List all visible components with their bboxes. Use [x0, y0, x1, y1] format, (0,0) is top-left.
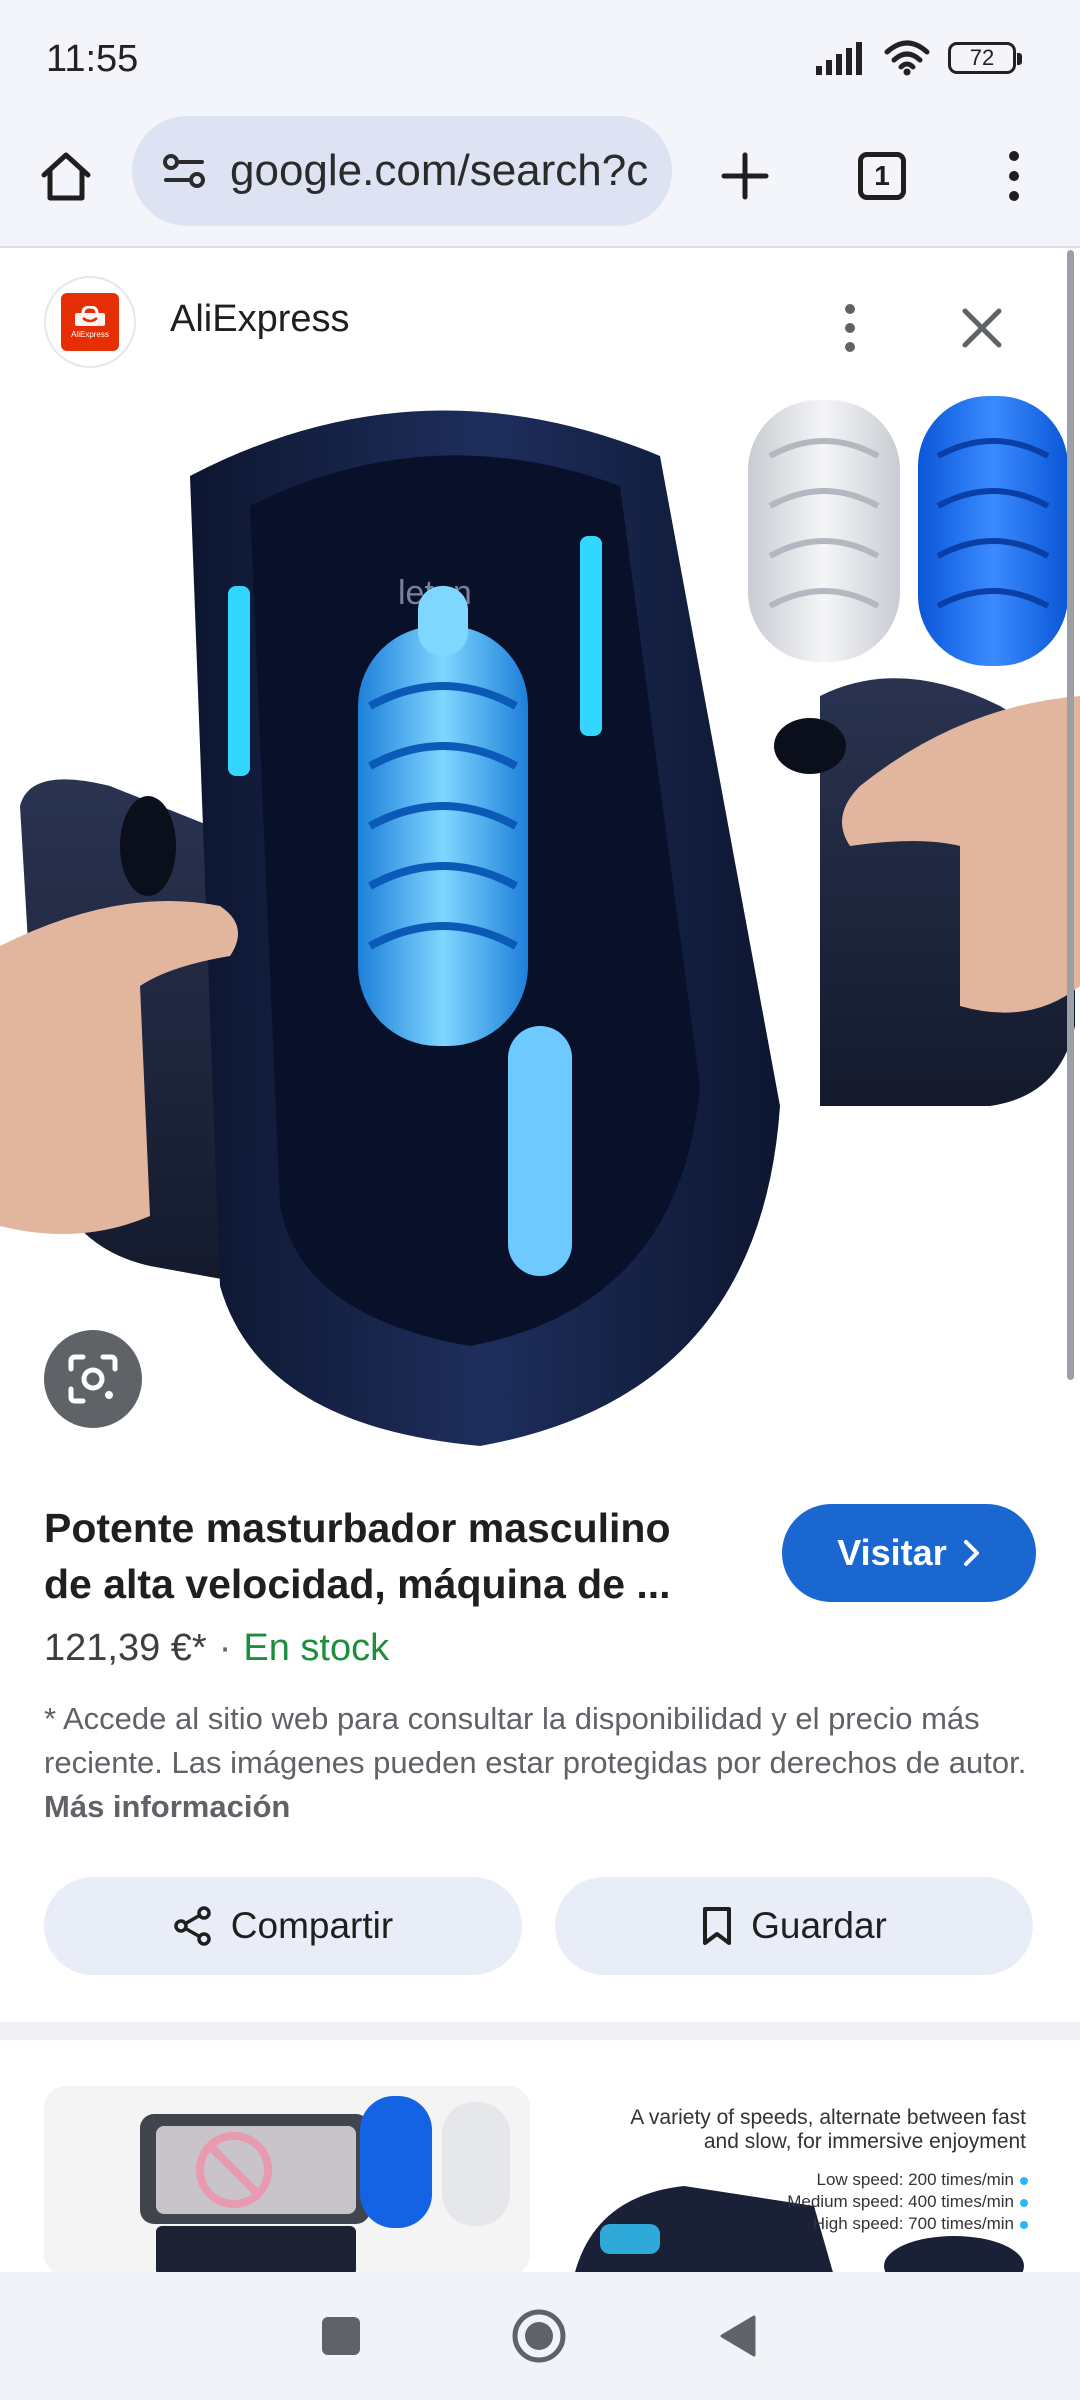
bookmark-icon	[703, 1907, 732, 1945]
home-button[interactable]	[26, 136, 106, 216]
save-button[interactable]: Guardar	[555, 1877, 1033, 1975]
related-result-card[interactable]	[44, 2086, 530, 2276]
home-nav-icon[interactable]	[510, 2307, 568, 2365]
system-nav-bar	[0, 2272, 1080, 2400]
close-button[interactable]	[942, 288, 1022, 368]
related-text-title-2: and slow, for immersive enjoyment	[703, 2130, 1026, 2153]
related-text-low: Low speed: 200 times/min	[816, 2170, 1015, 2189]
related-text-medium: Medium speed: 400 times/min	[787, 2192, 1014, 2211]
tab-switcher-button[interactable]: 1	[842, 136, 922, 216]
site-settings-icon	[163, 154, 205, 188]
recents-button[interactable]	[322, 2317, 360, 2355]
more-vert-icon	[1009, 151, 1019, 201]
related-result-card[interactable]: A variety of speeds, alternate between f…	[554, 2086, 1038, 2276]
status-bar: 11:55 72	[0, 0, 1080, 110]
more-info-link[interactable]: Más información	[44, 1789, 290, 1824]
price-line: 121,39 €* · En stock	[44, 1627, 389, 1670]
price: 121,39 €*	[44, 1627, 207, 1669]
battery-level: 72	[969, 45, 995, 70]
product-title[interactable]: Potente masturbador masculino de alta ve…	[44, 1500, 724, 1612]
plus-icon	[721, 152, 769, 200]
browser-menu-button[interactable]	[974, 136, 1054, 216]
lens-icon	[68, 1354, 118, 1404]
status-icons: 72	[814, 40, 1022, 76]
visit-button[interactable]: Visitar	[782, 1504, 1036, 1602]
screen: 11:55 72 google.com/search?c 1 AliExpres…	[0, 0, 1080, 2400]
disclaimer: * Accede al sitio web para consultar la …	[44, 1697, 1044, 1829]
related-text-high: High speed: 700 times/min	[812, 2214, 1014, 2233]
aliexpress-logo-icon: AliExpress	[61, 293, 119, 351]
tab-count: 1	[858, 152, 906, 200]
product-image[interactable]: leten	[0, 386, 1080, 1460]
more-vert-icon	[845, 304, 855, 352]
close-icon	[962, 308, 1002, 348]
spare-sleeves	[748, 396, 1068, 666]
signal-icon	[816, 42, 862, 75]
home-icon	[41, 152, 91, 201]
share-icon	[174, 1906, 211, 1946]
url-text: google.com/search?c	[230, 146, 649, 195]
new-tab-button[interactable]	[705, 136, 785, 216]
product-illustration: leten	[0, 396, 1080, 1447]
chevron-right-icon	[963, 1540, 979, 1566]
related-text-title-1: A variety of speeds, alternate between f…	[630, 2106, 1026, 2129]
back-nav-icon[interactable]	[718, 2313, 758, 2359]
url-bar[interactable]: google.com/search?c	[132, 116, 672, 226]
site-logo[interactable]: AliExpress	[44, 276, 136, 368]
site-name[interactable]: AliExpress	[170, 298, 350, 341]
result-more-button[interactable]	[810, 288, 890, 368]
browser-toolbar: google.com/search?c 1	[0, 110, 1080, 248]
status-time: 11:55	[46, 38, 139, 80]
related-thumbnail	[44, 2086, 530, 2276]
share-label: Compartir	[230, 1905, 394, 1946]
scrollbar[interactable]	[1067, 250, 1074, 1380]
visit-label: Visitar	[837, 1532, 947, 1573]
google-lens-button[interactable]	[44, 1330, 142, 1428]
wifi-icon	[884, 40, 930, 76]
disclaimer-text: * Accede al sitio web para consultar la …	[44, 1701, 1027, 1780]
save-label: Guardar	[751, 1905, 887, 1946]
section-divider	[0, 2022, 1080, 2040]
share-button[interactable]: Compartir	[44, 1877, 522, 1975]
battery-icon: 72	[948, 42, 1022, 74]
stock-status: En stock	[243, 1627, 390, 1669]
logo-text: AliExpress	[71, 329, 109, 339]
separator: ·	[218, 1627, 232, 1669]
result-header: AliExpress AliExpress	[0, 250, 1080, 386]
